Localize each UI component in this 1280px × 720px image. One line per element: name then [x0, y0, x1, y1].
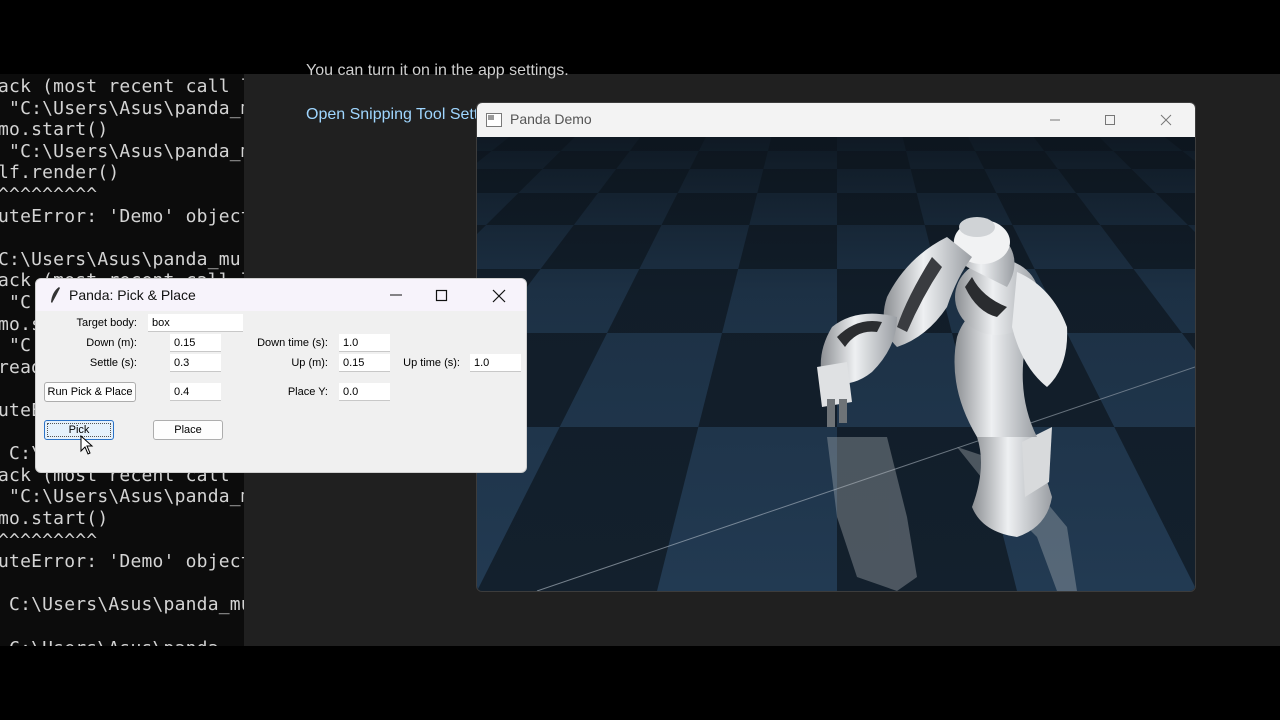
terminal-line: mo.start()	[0, 508, 109, 529]
terminal-line: ^^^^^^^^^	[0, 529, 98, 551]
place-y-label: Place Y:	[287, 386, 328, 398]
down-input[interactable]	[170, 334, 221, 352]
close-button[interactable]	[1143, 103, 1189, 137]
dialog-titlebar[interactable]: Panda: Pick & Place	[36, 279, 526, 311]
settings-note: You can turn it on in the app settings.	[306, 62, 569, 79]
place-button[interactable]: Place	[153, 420, 223, 440]
down-time-label: Down time (s):	[257, 337, 328, 349]
terminal-line: lf.render()	[0, 162, 120, 184]
down-time-input[interactable]	[339, 334, 390, 352]
up-input[interactable]	[339, 354, 390, 372]
run-pick-place-button[interactable]: Run Pick & Place	[44, 382, 136, 402]
simulation-viewport[interactable]	[477, 137, 1195, 591]
panda-demo-window: Panda Demo	[476, 102, 1196, 592]
target-body-input[interactable]	[148, 314, 243, 332]
dialog-title: Panda: Pick & Place	[69, 287, 196, 303]
run-value-input[interactable]	[170, 383, 221, 401]
up-label: Up (m):	[291, 357, 328, 369]
pick-button[interactable]: Pick	[44, 420, 114, 440]
mouse-cursor-icon	[80, 435, 94, 455]
terminal-line: uteError: 'Demo' object	[0, 551, 244, 573]
pick-place-dialog: Panda: Pick & Place Target body: Down (m…	[35, 278, 527, 473]
close-icon	[492, 289, 506, 303]
terminal-line: uteError: 'Demo' object	[0, 205, 244, 227]
feather-icon	[51, 287, 60, 303]
terminal-line: mo.start()	[0, 119, 109, 141]
dialog-maximize-button[interactable]	[419, 279, 465, 311]
terminal-line: "C:\Users\Asus\panda_m	[0, 97, 244, 119]
demo-titlebar[interactable]: Panda Demo	[477, 103, 1195, 137]
dialog-minimize-button[interactable]	[373, 279, 419, 311]
terminal-line: C:\Users\Asus\panda_	[0, 638, 230, 646]
minimize-button[interactable]	[1032, 103, 1078, 137]
place-y-input[interactable]	[339, 383, 390, 401]
settle-label: Settle (s):	[89, 357, 137, 369]
target-body-label: Target body:	[76, 317, 137, 329]
maximize-icon	[1105, 115, 1115, 125]
app-icon	[486, 113, 502, 127]
maximize-icon	[435, 289, 448, 302]
terminal-line: ack (most recent call l	[0, 76, 244, 97]
up-time-input[interactable]	[470, 354, 521, 372]
terminal-line: C:\Users\Asus\panda_mu	[0, 248, 241, 270]
settle-input[interactable]	[170, 354, 221, 372]
close-icon	[1160, 114, 1172, 126]
terminal-line: C:\Users\Asus\panda_mu	[0, 594, 244, 616]
terminal-line: "C:\Users\Asus\panda_m	[0, 140, 244, 162]
minimize-icon	[1050, 119, 1060, 121]
up-time-label: Up time (s):	[403, 357, 460, 369]
terminal-line: ^^^^^^^^^	[0, 184, 98, 205]
demo-window-title: Panda Demo	[510, 111, 592, 127]
maximize-button[interactable]	[1087, 103, 1133, 137]
terminal-line: "C:\Users\Asus\panda_m	[0, 486, 244, 508]
down-label: Down (m):	[86, 337, 137, 349]
minimize-icon	[390, 294, 402, 296]
dialog-close-button[interactable]	[476, 279, 522, 311]
